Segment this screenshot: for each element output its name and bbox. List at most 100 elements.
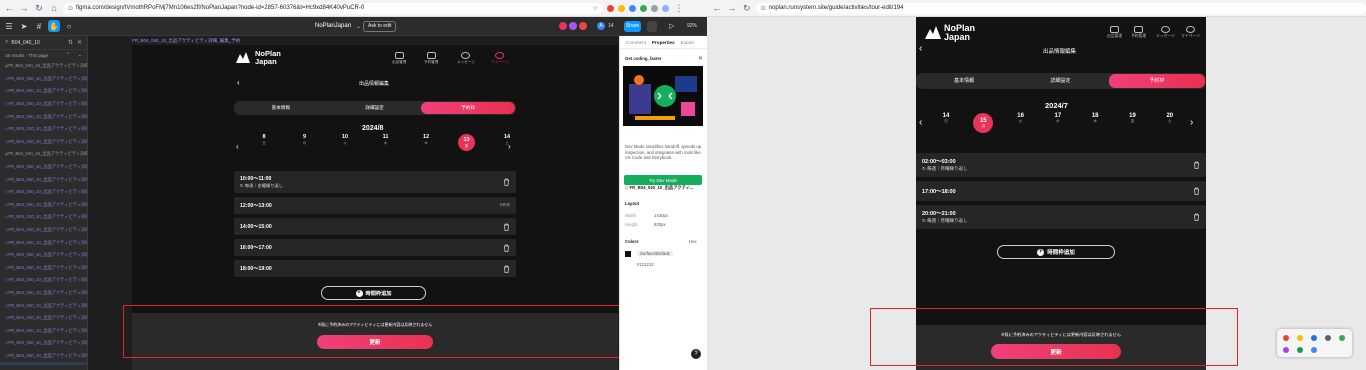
reload-icon[interactable]: ↻ (33, 2, 45, 14)
layer-row[interactable]: ◇ FR_B04_040_10_出品アクティビティ詳細_編集_予約 (0, 123, 87, 136)
layer-row[interactable]: ◇ FR_B04_040_10_出品アクティビティ詳細_編集_予約 (0, 312, 87, 325)
back-icon[interactable]: ← (711, 2, 723, 14)
tab-details[interactable]: 詳細設定 (1012, 73, 1108, 89)
app-icon[interactable] (1311, 335, 1317, 341)
extension-icon[interactable] (618, 4, 625, 12)
home-icon[interactable]: ⌂ (48, 2, 60, 14)
tab-details[interactable]: 詳細設定 (328, 101, 422, 115)
back-icon[interactable]: ← (3, 2, 15, 14)
user-avatar[interactable]: A (597, 22, 605, 30)
layer-row[interactable]: ◇ FR_B04_040_10_出品アクティビティ詳細_編集_予約 (0, 110, 87, 123)
extension-icon[interactable] (640, 4, 647, 12)
left-address-bar[interactable]: ⊙ figma.com/design/tVmothRPoFMj7Mn106es2… (63, 2, 603, 14)
trash-icon[interactable] (503, 223, 510, 231)
prev-week-icon[interactable]: ‹ (919, 117, 922, 128)
layer-row[interactable]: ◇ FR_B04_040_10_出品アクティビティ詳細_編集_予約 (0, 324, 87, 337)
avatar[interactable] (569, 22, 577, 30)
frame-tool-icon[interactable]: # (33, 20, 45, 32)
date-cell[interactable]: 14 土 (499, 134, 516, 145)
time-slot-row[interactable]: 20:00～21:00 ↻ 毎週｜月曜繰り返し (916, 205, 1206, 229)
layer-row[interactable]: ◇ FR_B04_040_10_出品アクティビティ詳細_編集_予約 (0, 161, 87, 174)
trash-icon[interactable] (503, 178, 510, 186)
comment-tool-icon[interactable]: ○ (63, 20, 75, 32)
layer-row[interactable]: ◇ FR_B04_040_10_出品アクティビティ詳細_編集_予約 (0, 186, 87, 199)
trash-icon[interactable] (503, 244, 510, 252)
nav-listing[interactable]: 出品管理 (1107, 26, 1122, 39)
chevron-down-icon[interactable]: ⌄ (78, 52, 82, 58)
nav-mypage[interactable]: マイページ (1181, 26, 1200, 39)
dev-mode-toggle[interactable] (647, 21, 657, 32)
chevron-up-icon[interactable]: ⌃ (66, 52, 70, 58)
reload-icon[interactable]: ↻ (741, 2, 753, 14)
avatar[interactable] (559, 22, 567, 30)
add-time-slot-button[interactable]: + 時間枠追加 (997, 245, 1115, 259)
back-chevron-icon[interactable]: ‹ (919, 43, 922, 54)
next-week-icon[interactable]: › (1190, 117, 1193, 128)
layer-row[interactable]: ◇ FR_B04_040_10_出品アクティビティ詳細_編集_予約 (0, 173, 87, 186)
layer-row[interactable]: ◇ FR_B04_040_10_出品アクティビティ詳細_編集_予約 (0, 98, 87, 111)
time-slot-row[interactable]: 16:00～17:00 (234, 239, 516, 256)
trash-icon[interactable] (1193, 213, 1200, 221)
date-cell[interactable]: 10 火 (337, 134, 354, 145)
layer-row[interactable]: # FR_B04_040_10_出品アクティビティ詳細_編集_予約 (0, 148, 87, 161)
app-icon[interactable] (1297, 335, 1303, 341)
main-menu-icon[interactable]: ☰ (3, 20, 15, 32)
back-chevron-icon[interactable]: ‹ (237, 78, 240, 87)
layer-row[interactable]: ◇ FR_B04_040_10_出品アクティビティ詳細_編集_予約 (0, 274, 87, 287)
move-tool-icon[interactable]: ➤ (18, 20, 30, 32)
chrome-icon[interactable] (1283, 335, 1289, 341)
date-cell[interactable]: 20 土 (1160, 113, 1180, 124)
nav-reservations[interactable]: 予約管理 (424, 52, 438, 65)
add-time-slot-button[interactable]: + 時間枠追加 (321, 286, 426, 300)
prev-week-icon[interactable]: ‹ (236, 142, 239, 151)
layer-row[interactable]: # FR_B04_040_10_出品アクティビティ詳細_編集_予約 (0, 60, 87, 73)
menu-kebab-icon[interactable]: ⋮ (673, 2, 685, 14)
share-button[interactable]: Share (624, 21, 641, 32)
date-cell[interactable]: 14 日 (936, 113, 956, 124)
app-icon[interactable] (1325, 335, 1331, 341)
nav-messages[interactable]: メッセージ (457, 52, 475, 65)
try-dev-mode-button[interactable]: Try Dev Mode (624, 175, 702, 185)
tab-reservation-slots[interactable]: 予約枠 (421, 102, 516, 114)
file-title[interactable]: NoPlanJapan (315, 23, 351, 29)
color-format-select[interactable]: Hex (689, 239, 697, 244)
layer-row[interactable]: ◇ FR_B04_040_10_出品アクティビティ詳細_編集_予約 (0, 136, 87, 149)
layer-row[interactable]: ◇ FR_B04_040_10_出品アクティビティ詳細_編集_予約 (0, 350, 87, 363)
layer-row[interactable]: ◇ FR_B04_040_10_出品アクティビティ詳細_編集_予約 (0, 236, 87, 249)
layer-row[interactable]: ◇ FR_B04_040_10_出品アクティビティ詳細_編集_予約 (0, 262, 87, 275)
tab-export[interactable]: Export (681, 40, 694, 45)
layer-row[interactable]: ◇ FR_B04_040_10_出品アクティビティ詳細_編集_予約 (0, 287, 87, 300)
layer-row[interactable]: ◇ FR_B04_040_10_出品アクティビティ詳細_編集_予約 (0, 299, 87, 312)
time-slot-row[interactable]: 10:00～11:00 ↻ 毎週｜金曜繰り返し (234, 171, 516, 193)
app-icon[interactable] (1283, 347, 1289, 353)
help-icon[interactable]: ? (691, 349, 701, 359)
zoom-level[interactable]: 92% (687, 23, 697, 29)
layer-row[interactable]: ◇ FR_B04_040_10_出品アクティビティ詳細_編集_予約 (0, 249, 87, 262)
date-cell[interactable]: 11 水 (377, 134, 394, 145)
date-cell[interactable]: 19 金 (1123, 113, 1143, 124)
tab-basic-info[interactable]: 基本情報 (234, 101, 328, 115)
design-canvas[interactable]: FR_B04_040_10_出品アクティビティ詳細_編集_予約 NoPlan J… (88, 36, 628, 370)
bookmark-star-icon[interactable]: ☆ (593, 5, 598, 12)
time-slot-row[interactable]: 14:00～15:00 (234, 218, 516, 235)
date-cell[interactable]: 9月 (296, 134, 313, 145)
forward-icon[interactable]: → (726, 2, 738, 14)
close-icon[interactable]: ✕ (77, 39, 82, 46)
profile-icon[interactable] (662, 4, 669, 12)
trash-icon[interactable] (503, 265, 510, 273)
layer-row[interactable]: ◇ FR_B04_040_10_出品アクティビティ詳細_編集_予約 (0, 362, 87, 365)
time-slot-row[interactable]: 02:00～03:00 ↻ 毎週｜月曜繰り返し (916, 153, 1206, 177)
app-icon[interactable] (1297, 347, 1303, 353)
app-icon[interactable] (1339, 335, 1345, 341)
trash-icon[interactable] (1193, 187, 1200, 195)
extensions-puzzle-icon[interactable] (651, 4, 658, 12)
app-icon[interactable] (1311, 347, 1317, 353)
date-cell[interactable]: 8日 (256, 134, 273, 145)
extension-icon[interactable] (629, 4, 636, 12)
layer-row[interactable]: ◇ FR_B04_040_10_出品アクティビティ詳細_編集_予約 (0, 85, 87, 98)
time-slot-row[interactable]: 12:00～13:00 予約有 (234, 197, 516, 214)
tab-basic-info[interactable]: 基本情報 (916, 73, 1012, 89)
layer-row[interactable]: ◇ FR_B04_040_10_出品アクティビティ詳細_編集_予約 (0, 73, 87, 86)
filter-icon[interactable]: ⇅ (68, 39, 73, 46)
date-cell[interactable]: 18 木 (1085, 113, 1105, 124)
